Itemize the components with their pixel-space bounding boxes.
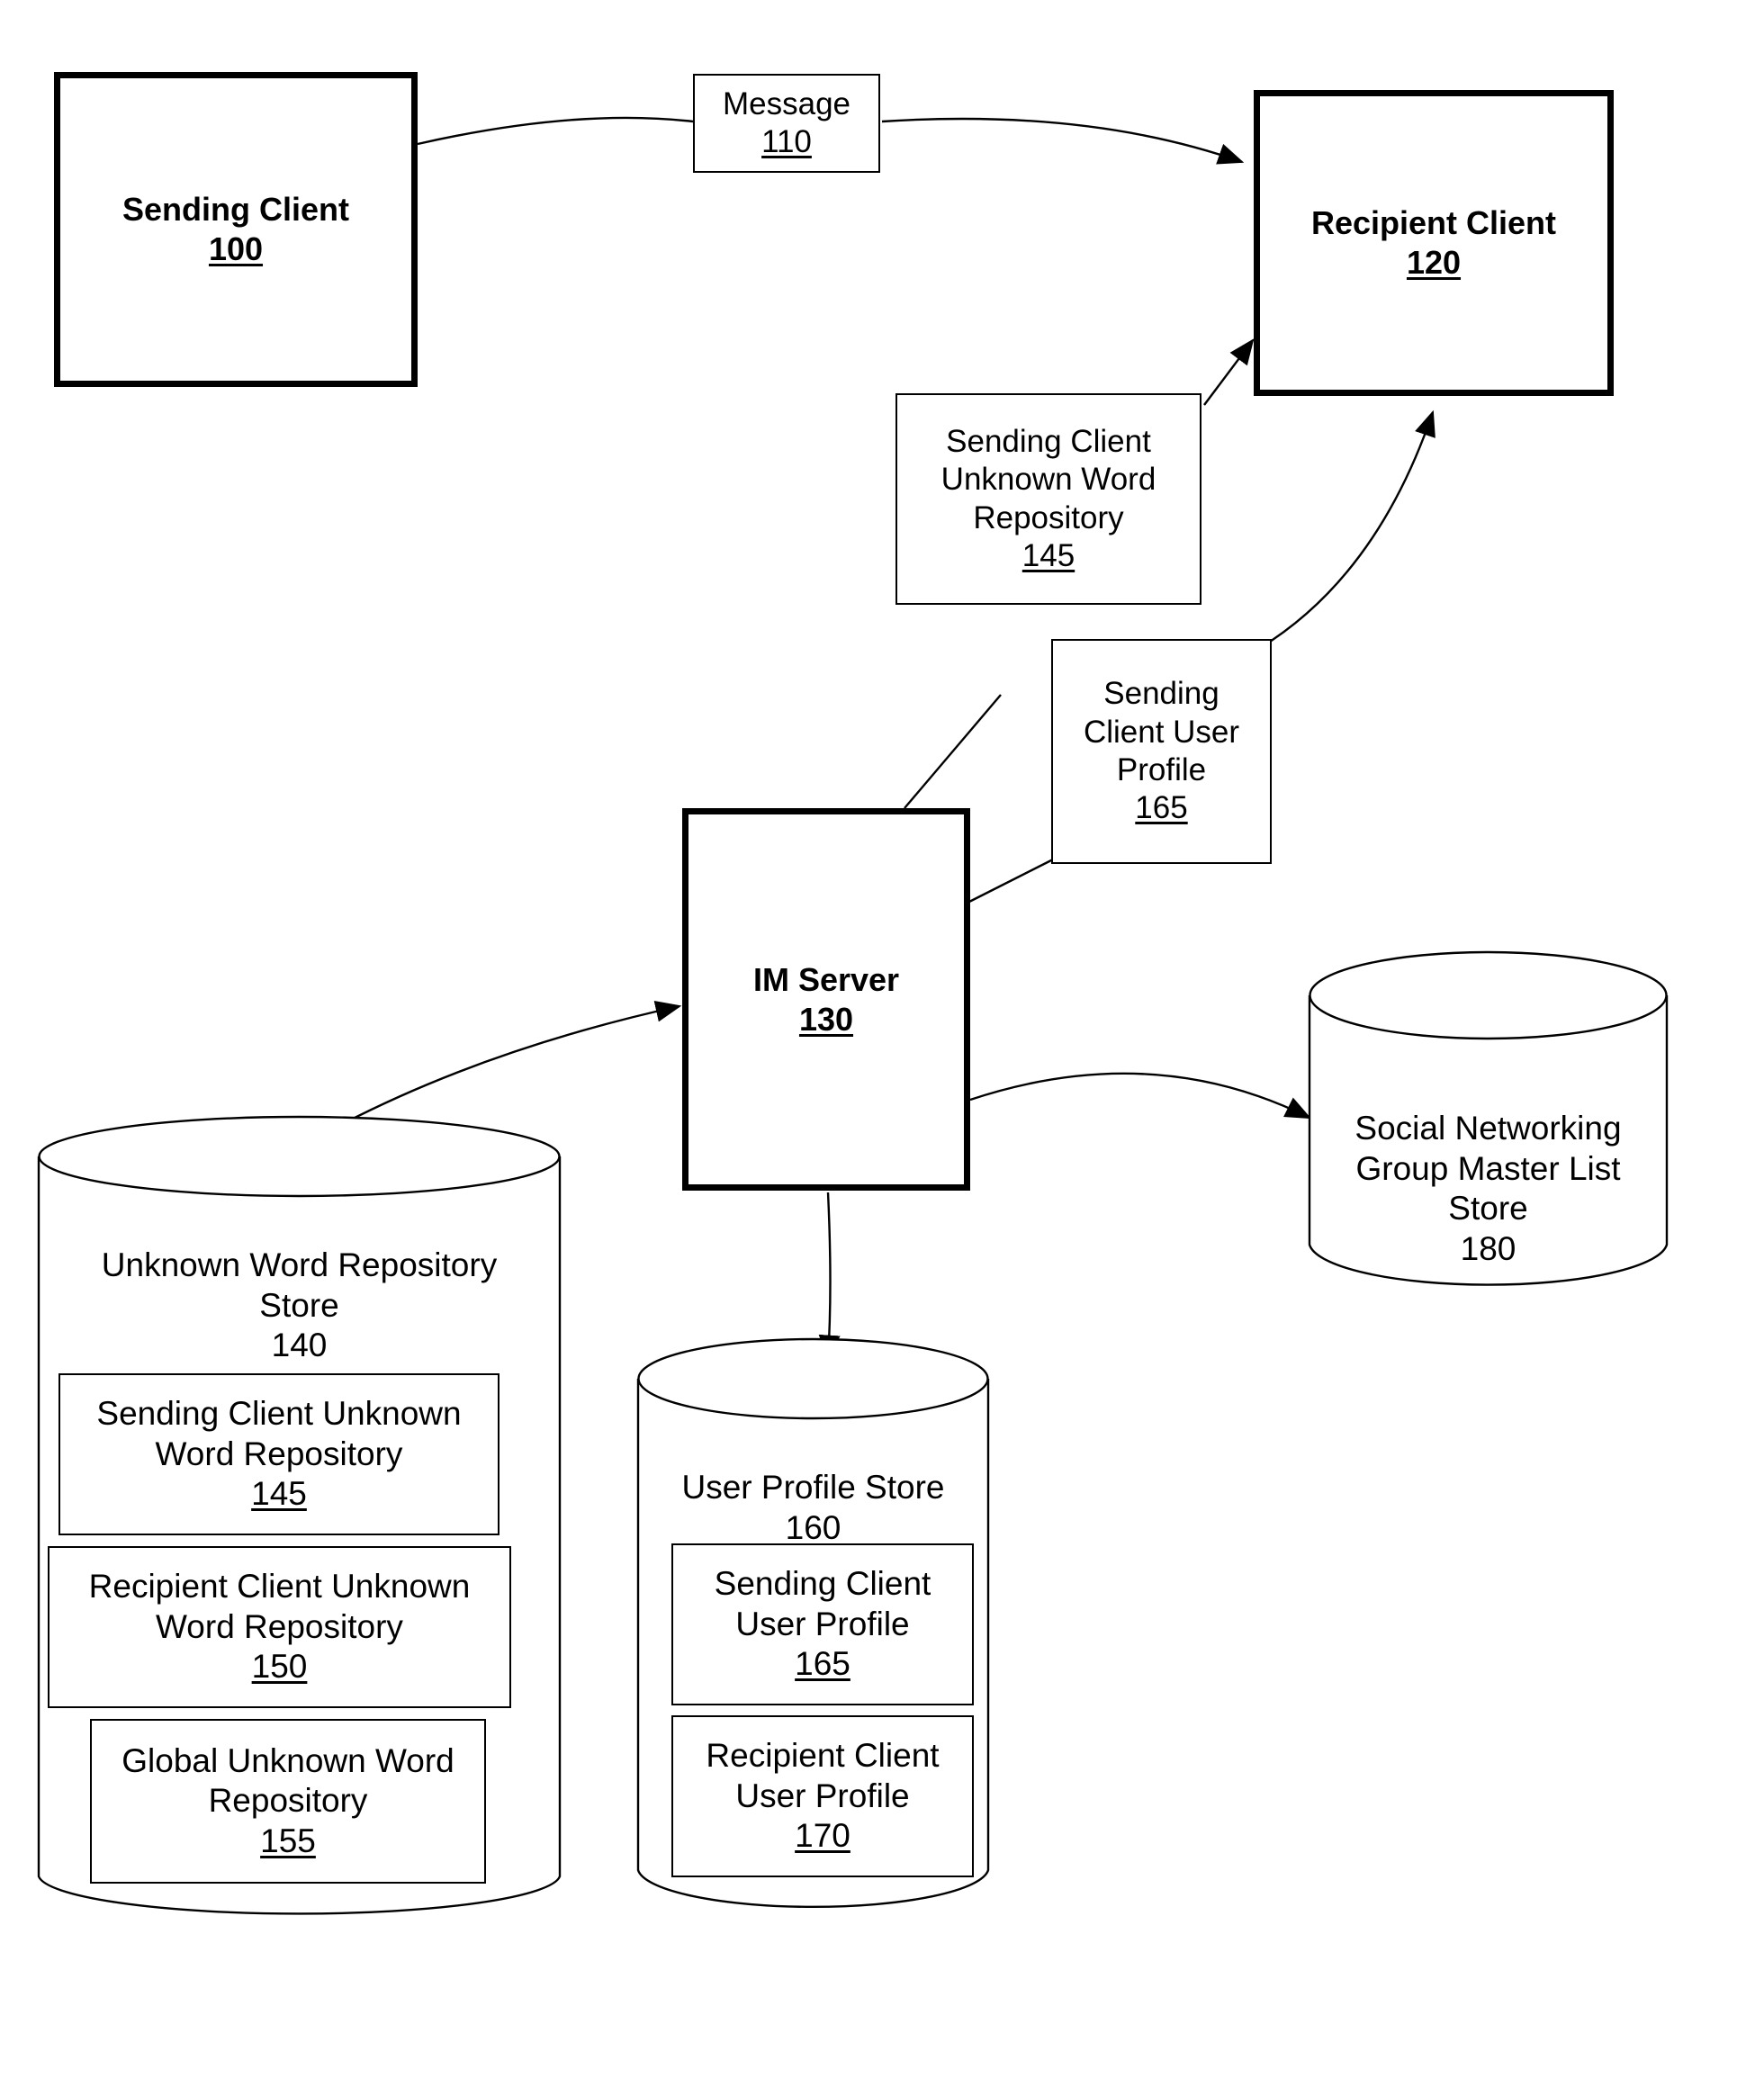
ups-sending-client-user-profile-ref: 165 bbox=[795, 1645, 850, 1683]
uwrs-recipient-client-unknown-word-repository-ref: 150 bbox=[251, 1648, 308, 1686]
node-uwrs-recipient-client-unknown-word-repository[interactable]: Recipient Client Unknown Word Repository… bbox=[48, 1546, 511, 1708]
uwrs-global-unknown-word-repository-label: Global Unknown Word Repository bbox=[122, 1741, 454, 1820]
node-sending-client[interactable]: Sending Client 100 bbox=[54, 72, 418, 387]
message-label: Message bbox=[722, 85, 851, 121]
node-recipient-client[interactable]: Recipient Client 120 bbox=[1254, 90, 1614, 396]
sending-client-unknown-word-repository-label: Sending Client Unknown Word Repository bbox=[940, 423, 1156, 535]
connector-scuwr-to-recipient-client bbox=[1203, 338, 1255, 406]
user-profile-store-caption: User Profile Store 160 bbox=[635, 1428, 991, 1548]
sending-client-user-profile-ref: 165 bbox=[1135, 790, 1188, 826]
figure-canvas: Sending Client 100 Message 110 Recipient… bbox=[0, 0, 1764, 2078]
node-message[interactable]: Message 110 bbox=[693, 74, 880, 173]
social-networking-group-master-list-store-ref: 180 bbox=[1460, 1229, 1516, 1267]
unknown-word-repository-store-caption: Unknown Word Repository Store 140 bbox=[36, 1206, 562, 1366]
node-sending-client-unknown-word-repository[interactable]: Sending Client Unknown Word Repository 1… bbox=[896, 393, 1202, 605]
user-profile-store-ref: 160 bbox=[785, 1508, 842, 1546]
unknown-word-repository-store-label: Unknown Word Repository Store bbox=[101, 1246, 498, 1324]
connector-scuwr-to-im-server bbox=[904, 694, 1002, 809]
uwrs-global-unknown-word-repository-ref: 155 bbox=[260, 1822, 316, 1859]
social-networking-group-master-list-store-label: Social Networking Group Master List Stor… bbox=[1354, 1110, 1622, 1228]
connector-im-server-to-social-networking-store bbox=[969, 1072, 1312, 1120]
ups-recipient-client-user-profile-ref: 170 bbox=[795, 1817, 850, 1855]
sending-client-ref: 100 bbox=[208, 230, 264, 267]
connector-message-to-recipient-client bbox=[881, 117, 1245, 165]
connector-scup-to-recipient-client bbox=[1259, 409, 1436, 650]
node-ups-sending-client-user-profile[interactable]: Sending Client User Profile 165 bbox=[671, 1543, 974, 1705]
uwrs-sending-client-unknown-word-repository-label: Sending Client Unknown Word Repository bbox=[96, 1395, 462, 1472]
im-server-label: IM Server bbox=[752, 960, 900, 998]
unknown-word-repository-store-ref: 140 bbox=[271, 1327, 328, 1364]
datastore-unknown-word-repository-store[interactable]: Unknown Word Repository Store 140 Sendin… bbox=[36, 1115, 562, 1915]
datastore-social-networking-group-master-list-store[interactable]: Social Networking Group Master List Stor… bbox=[1307, 950, 1670, 1290]
sending-client-unknown-word-repository-ref: 145 bbox=[1022, 537, 1076, 573]
recipient-client-label: Recipient Client bbox=[1310, 204, 1557, 242]
social-networking-group-master-list-store-caption: Social Networking Group Master List Stor… bbox=[1307, 1069, 1670, 1269]
recipient-client-ref: 120 bbox=[1406, 244, 1462, 281]
im-server-ref: 130 bbox=[798, 1000, 854, 1038]
ups-recipient-client-user-profile-label: Recipient Client User Profile bbox=[706, 1737, 940, 1814]
sending-client-user-profile-label: Sending Client User Profile bbox=[1083, 676, 1240, 787]
node-uwrs-global-unknown-word-repository[interactable]: Global Unknown Word Repository 155 bbox=[90, 1719, 486, 1884]
connector-sending-client-to-message bbox=[417, 116, 694, 146]
datastore-user-profile-store[interactable]: User Profile Store 160 Sending Client Us… bbox=[635, 1337, 991, 1912]
connector-im-server-to-user-profile-store bbox=[818, 1192, 841, 1362]
message-ref: 110 bbox=[761, 124, 812, 159]
sending-client-label: Sending Client bbox=[122, 191, 349, 229]
node-sending-client-user-profile[interactable]: Sending Client User Profile 165 bbox=[1051, 639, 1272, 864]
node-im-server[interactable]: IM Server 130 bbox=[682, 808, 970, 1191]
ups-sending-client-user-profile-label: Sending Client User Profile bbox=[714, 1565, 932, 1642]
connector-scup-to-im-server bbox=[967, 858, 1054, 904]
node-ups-recipient-client-user-profile[interactable]: Recipient Client User Profile 170 bbox=[671, 1715, 974, 1877]
node-uwrs-sending-client-unknown-word-repository[interactable]: Sending Client Unknown Word Repository 1… bbox=[58, 1373, 500, 1535]
user-profile-store-label: User Profile Store bbox=[681, 1469, 945, 1507]
uwrs-sending-client-unknown-word-repository-ref: 145 bbox=[251, 1475, 307, 1513]
uwrs-recipient-client-unknown-word-repository-label: Recipient Client Unknown Word Repository bbox=[88, 1568, 471, 1645]
